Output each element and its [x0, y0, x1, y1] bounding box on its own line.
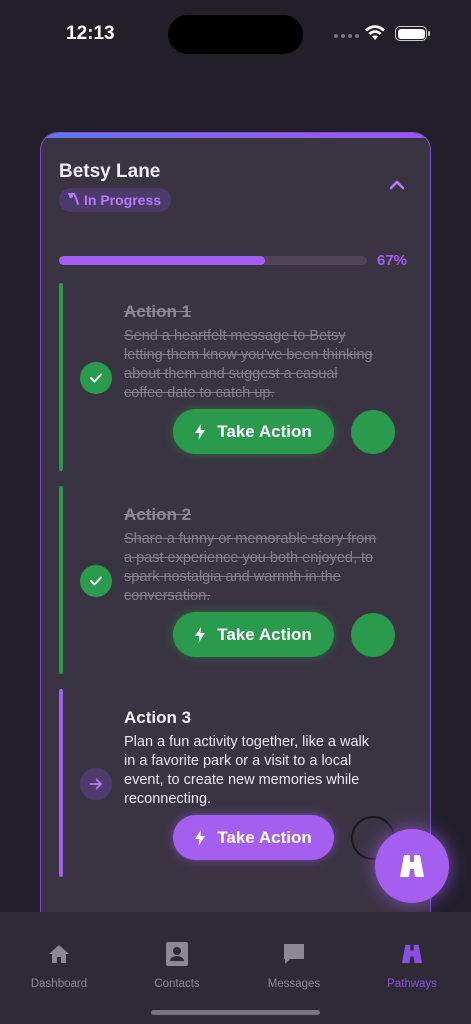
home-icon — [48, 940, 70, 968]
messages-icon — [282, 940, 306, 968]
home-indicator — [151, 1010, 320, 1015]
cellular-signal-icon — [334, 34, 359, 38]
take-action-button[interactable]: Take Action — [173, 815, 334, 860]
complete-toggle[interactable] — [351, 410, 395, 454]
action-title: Action 2 — [124, 505, 192, 524]
wifi-icon — [364, 25, 386, 46]
tab-pathways[interactable]: Pathways — [353, 912, 471, 1002]
road-icon — [400, 855, 424, 877]
tab-messages[interactable]: Messages — [235, 912, 353, 1002]
contact-name: Betsy Lane — [59, 161, 161, 182]
take-action-label: Take Action — [217, 827, 312, 847]
tab-label: Dashboard — [30, 978, 88, 990]
tab-label: Contacts — [154, 978, 200, 990]
lightning-icon — [195, 829, 206, 846]
status-badge-label: In Progress — [84, 192, 162, 208]
tab-dashboard[interactable]: Dashboard — [0, 912, 118, 1002]
lightning-icon — [195, 626, 206, 643]
status-badge: In Progress — [59, 188, 172, 212]
dynamic-island — [168, 15, 303, 54]
app-screen: 12:13 Betsy Lane In Progress 67% Action … — [0, 0, 471, 1024]
take-action-label: Take Action — [217, 421, 312, 441]
take-action-button[interactable]: Take Action — [173, 409, 334, 454]
action-title: Action 3 — [124, 708, 192, 727]
tab-label: Pathways — [387, 978, 437, 990]
action-description: Send a heartfelt message to Betsy lettin… — [124, 328, 373, 401]
action-title: Action 1 — [124, 302, 192, 321]
complete-toggle[interactable] — [351, 613, 395, 657]
take-action-button[interactable]: Take Action — [173, 612, 334, 657]
progress-icon — [67, 192, 81, 209]
action-item: Action 2 Share a funny or memorable stor… — [59, 486, 416, 674]
progress-bar — [59, 256, 367, 265]
collapse-button[interactable] — [385, 173, 409, 197]
check-icon — [80, 362, 112, 394]
check-icon — [80, 565, 112, 597]
action-item: Action 1 Send a heartfelt message to Bet… — [59, 283, 416, 471]
action-description: Share a funny or memorable story from a … — [124, 531, 377, 604]
lightning-icon — [195, 423, 206, 440]
tab-bar: Dashboard Contacts Messages Pathways — [0, 912, 471, 1024]
pathways-fab[interactable] — [375, 829, 449, 903]
progress-bar-fill — [59, 256, 266, 265]
take-action-label: Take Action — [217, 624, 312, 644]
action-description: Plan a fun activity together, like a wal… — [124, 734, 370, 807]
progress-label: 67% — [377, 252, 408, 269]
status-time: 12:13 — [66, 23, 115, 44]
action-item: Action 3 Plan a fun activity together, l… — [59, 689, 416, 877]
arrow-right-icon — [80, 768, 112, 800]
battery-icon — [395, 26, 427, 41]
pathways-icon — [401, 940, 423, 968]
tab-label: Messages — [267, 978, 321, 990]
contacts-icon — [165, 940, 189, 968]
pathway-card: Betsy Lane In Progress 67% Action 1 Send… — [40, 132, 431, 932]
chevron-up-icon — [389, 180, 405, 190]
card-accent-bar — [41, 133, 430, 138]
tab-contacts[interactable]: Contacts — [118, 912, 236, 1002]
